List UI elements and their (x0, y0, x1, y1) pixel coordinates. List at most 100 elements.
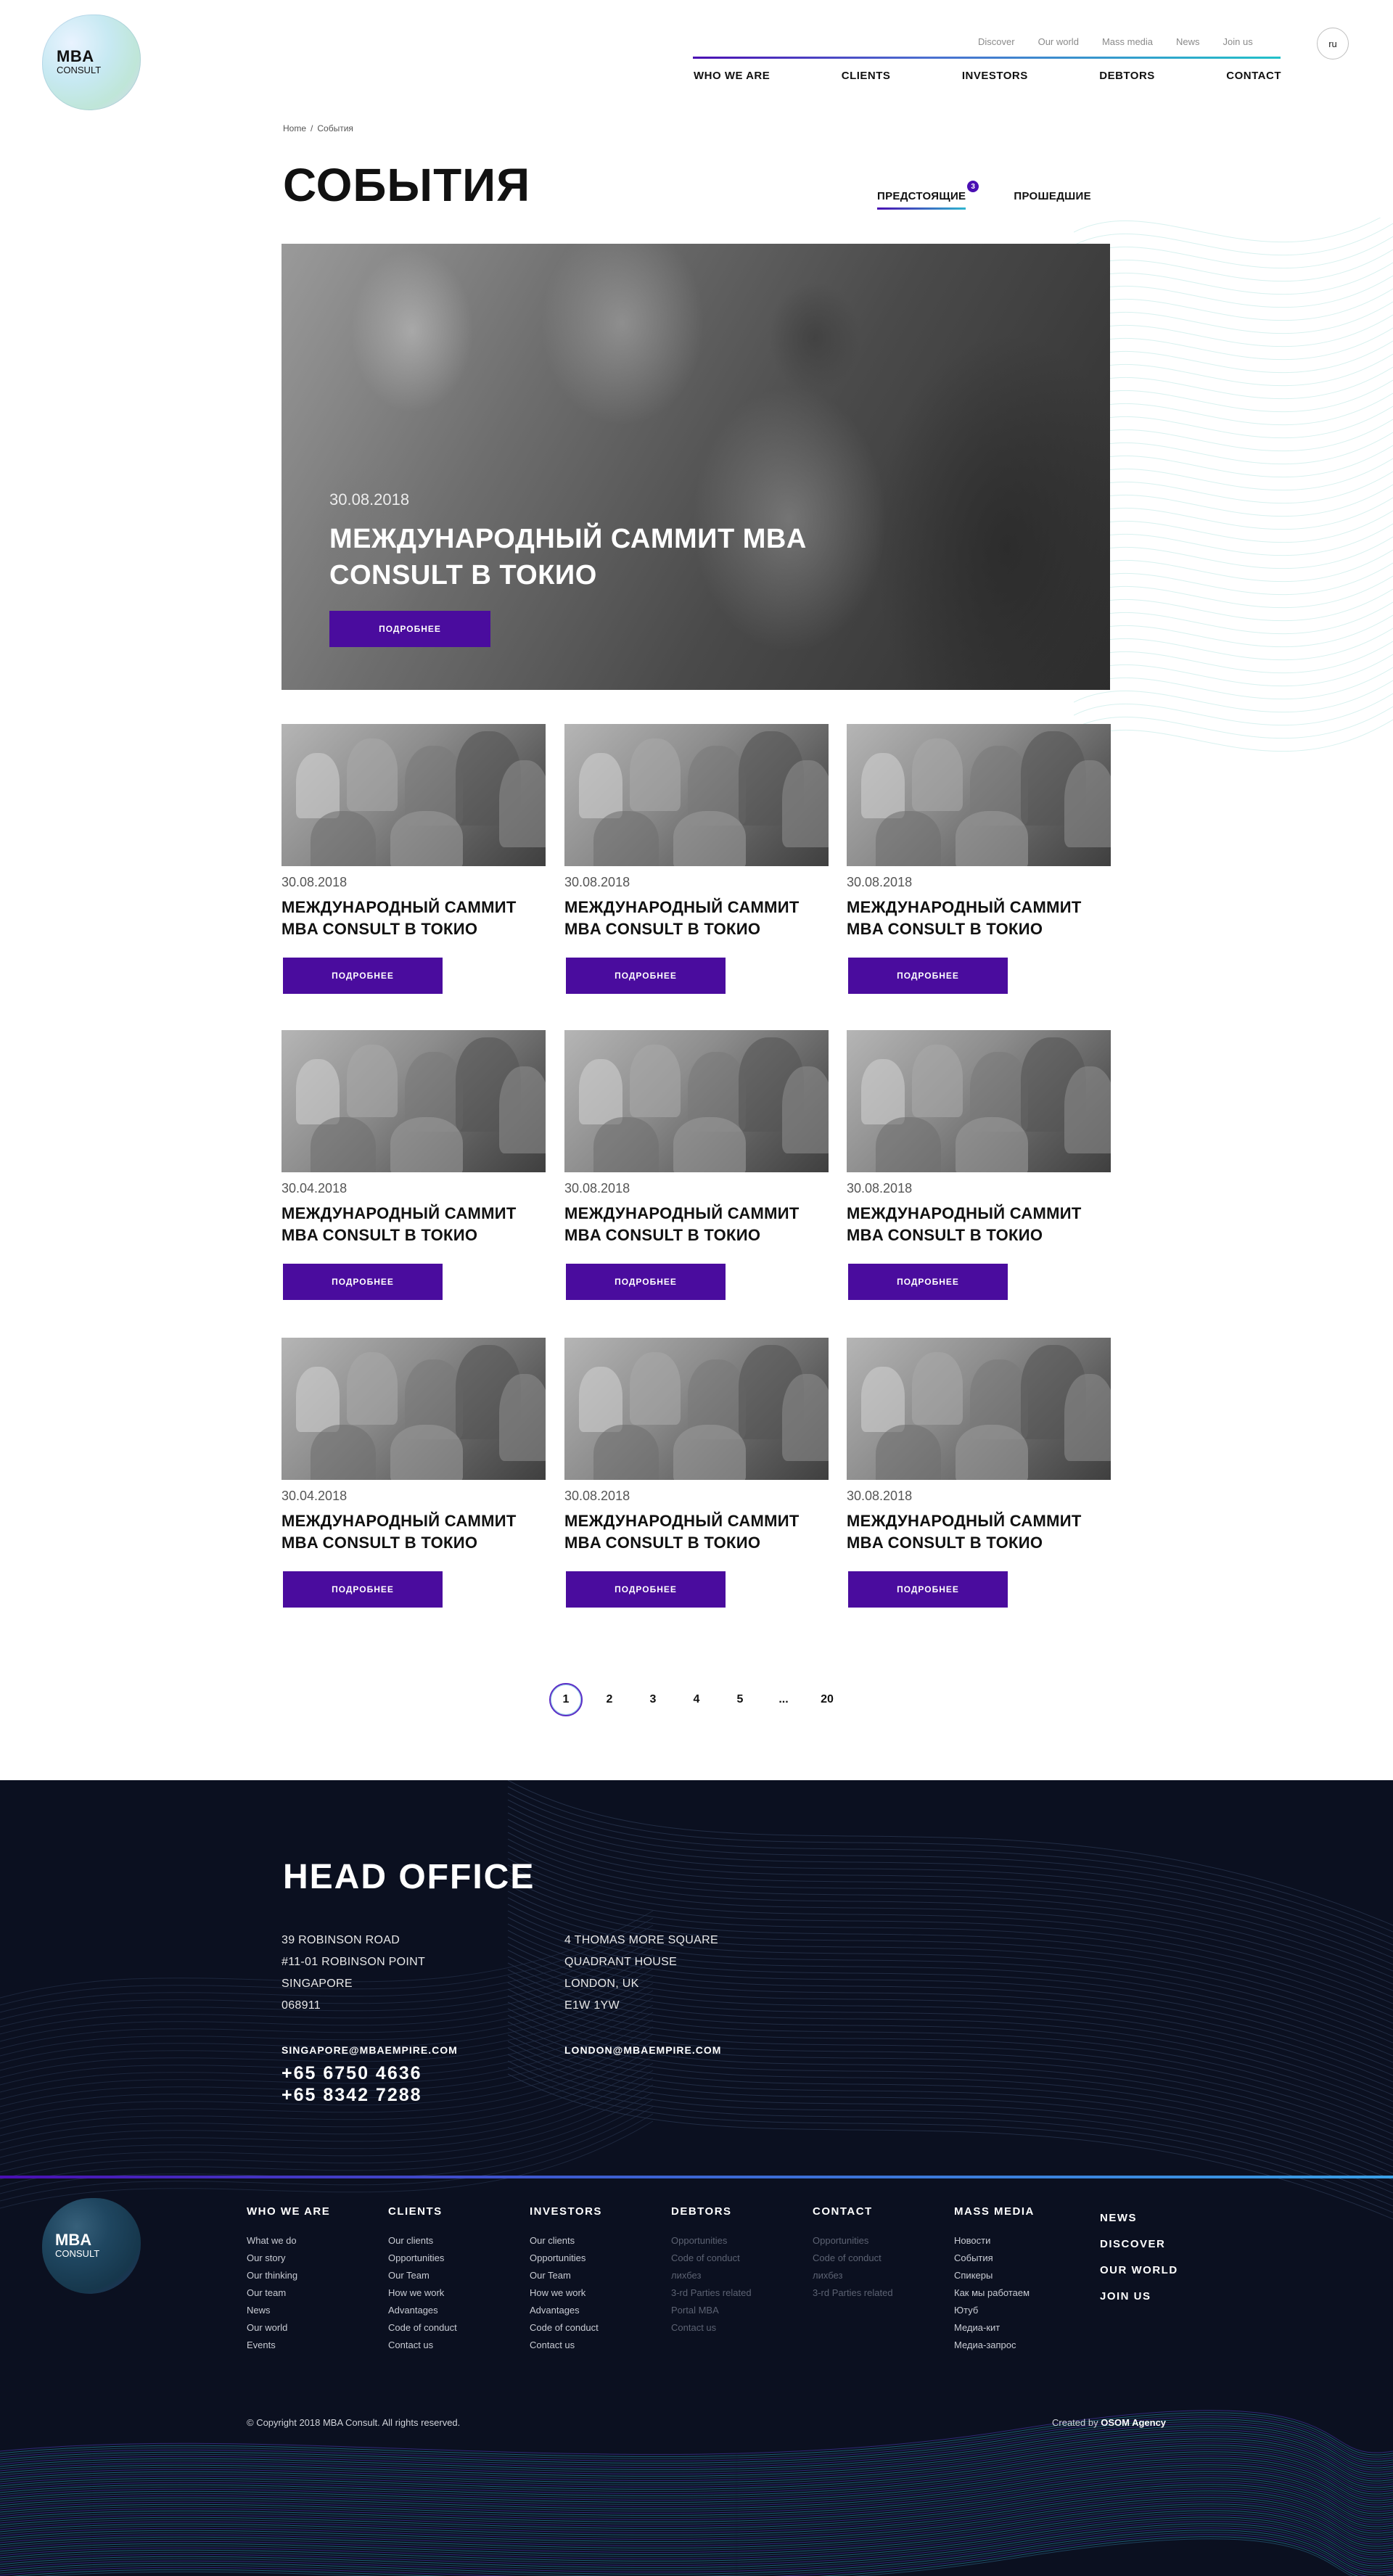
event-card-title[interactable]: МЕЖДУНАРОДНЫЙ САММИТ MBA CONSULT В ТОКИО (282, 1203, 546, 1246)
event-card-more-button[interactable]: ПОДРОБНЕЕ (566, 1264, 726, 1300)
footer-link[interactable]: Спикеры (954, 2267, 1035, 2284)
footer-column-heading[interactable]: CONTACT (813, 2205, 893, 2218)
footer-link[interactable]: Opportunities (388, 2250, 457, 2267)
main-nav-debtors[interactable]: DEBTORS (1099, 70, 1155, 82)
event-card-title[interactable]: МЕЖДУНАРОДНЫЙ САММИТ MBA CONSULT В ТОКИО (847, 897, 1111, 939)
event-card-title[interactable]: МЕЖДУНАРОДНЫЙ САММИТ MBA CONSULT В ТОКИО (282, 897, 546, 939)
email-singapore[interactable]: SINGAPORE@MBAEMPIRE.COM (282, 2044, 458, 2056)
footer-link-news[interactable]: NEWS (1100, 2205, 1178, 2231)
event-card-image[interactable] (847, 724, 1111, 866)
footer-link[interactable]: Code of conduct (671, 2250, 752, 2267)
footer-link[interactable]: Events (247, 2337, 330, 2354)
footer-link[interactable]: Our Team (530, 2267, 602, 2284)
footer-link[interactable]: События (954, 2250, 1035, 2267)
footer-link[interactable]: лихбез (813, 2267, 893, 2284)
event-card-title[interactable]: МЕЖДУНАРОДНЫЙ САММИТ MBA CONSULT В ТОКИО (847, 1203, 1111, 1246)
footer-link[interactable]: Contact us (388, 2337, 457, 2354)
page-3[interactable]: 3 (636, 1683, 670, 1716)
event-card-image[interactable] (282, 1030, 546, 1172)
tab-upcoming[interactable]: ПРЕДСТОЯЩИЕ 3 (877, 181, 979, 210)
footer-link[interactable]: Contact us (530, 2337, 602, 2354)
top-nav-news[interactable]: News (1176, 36, 1200, 47)
language-switch[interactable]: ru (1317, 28, 1349, 59)
phone-1[interactable]: +65 6750 4636 (282, 2063, 422, 2084)
email-london[interactable]: LONDON@MBAEMPIRE.COM (564, 2044, 721, 2056)
footer-link[interactable]: Code of conduct (530, 2319, 602, 2337)
logo[interactable]: MBA CONSULT (42, 15, 141, 110)
footer-link[interactable]: How we work (530, 2284, 602, 2302)
page-20[interactable]: 20 (810, 1683, 844, 1716)
footer-link[interactable]: Portal MBA (671, 2302, 752, 2319)
event-card-title[interactable]: МЕЖДУНАРОДНЫЙ САММИТ MBA CONSULT В ТОКИО (564, 1203, 829, 1246)
footer-link[interactable]: Our world (247, 2319, 330, 2337)
tab-past[interactable]: ПРОШЕДШИЕ (1014, 190, 1091, 202)
footer-link[interactable]: Advantages (530, 2302, 602, 2319)
event-card-title[interactable]: МЕЖДУНАРОДНЫЙ САММИТ MBA CONSULT В ТОКИО (847, 1510, 1111, 1553)
footer-column-heading[interactable]: MASS MEDIA (954, 2205, 1035, 2218)
footer-link[interactable]: Our thinking (247, 2267, 330, 2284)
footer-link[interactable]: Contact us (671, 2319, 752, 2337)
footer-link[interactable]: Our Team (388, 2267, 457, 2284)
breadcrumb-home[interactable]: Home (283, 123, 306, 133)
footer-link[interactable]: Opportunities (813, 2232, 893, 2250)
footer-column-heading[interactable]: INVESTORS (530, 2205, 602, 2218)
footer-link[interactable]: 3-rd Parties related (671, 2284, 752, 2302)
footer-link-join-us[interactable]: JOIN US (1100, 2284, 1178, 2310)
event-card-more-button[interactable]: ПОДРОБНЕЕ (566, 1571, 726, 1608)
event-card-more-button[interactable]: ПОДРОБНЕЕ (848, 958, 1008, 994)
event-card-image[interactable] (282, 1338, 546, 1480)
main-nav-who-we-are[interactable]: WHO WE ARE (694, 70, 770, 82)
footer-column-heading[interactable]: WHO WE ARE (247, 2205, 330, 2218)
phone-2[interactable]: +65 8342 7288 (282, 2085, 422, 2106)
event-card-more-button[interactable]: ПОДРОБНЕЕ (848, 1264, 1008, 1300)
top-nav-discover[interactable]: Discover (978, 36, 1015, 47)
page-1[interactable]: 1 (549, 1683, 583, 1716)
event-card-more-button[interactable]: ПОДРОБНЕЕ (283, 1264, 443, 1300)
footer-link[interactable]: Ютуб (954, 2302, 1035, 2319)
footer-link[interactable]: Advantages (388, 2302, 457, 2319)
event-card-more-button[interactable]: ПОДРОБНЕЕ (283, 1571, 443, 1608)
top-nav-mass-media[interactable]: Mass media (1102, 36, 1153, 47)
agency-link[interactable]: OSOM Agency (1101, 2417, 1166, 2428)
footer-link[interactable]: Медиа-кит (954, 2319, 1035, 2337)
event-card-image[interactable] (564, 1030, 829, 1172)
footer-link[interactable]: Our team (247, 2284, 330, 2302)
page-4[interactable]: 4 (680, 1683, 713, 1716)
footer-link-discover[interactable]: DISCOVER (1100, 2231, 1178, 2258)
footer-link[interactable]: 3-rd Parties related (813, 2284, 893, 2302)
footer-link[interactable]: Opportunities (671, 2232, 752, 2250)
footer-link[interactable]: News (247, 2302, 330, 2319)
event-card-title[interactable]: МЕЖДУНАРОДНЫЙ САММИТ MBA CONSULT В ТОКИО (564, 897, 829, 939)
footer-link[interactable]: Code of conduct (813, 2250, 893, 2267)
footer-link[interactable]: Opportunities (530, 2250, 602, 2267)
footer-link[interactable]: лихбез (671, 2267, 752, 2284)
top-nav-our-world[interactable]: Our world (1038, 36, 1079, 47)
footer-link[interactable]: Our clients (388, 2232, 457, 2250)
footer-column-heading[interactable]: CLIENTS (388, 2205, 457, 2218)
footer-link[interactable]: Как мы работаем (954, 2284, 1035, 2302)
footer-column-heading[interactable]: DEBTORS (671, 2205, 752, 2218)
event-card-title[interactable]: МЕЖДУНАРОДНЫЙ САММИТ MBA CONSULT В ТОКИО (282, 1510, 546, 1553)
event-card-image[interactable] (564, 724, 829, 866)
event-card-title[interactable]: МЕЖДУНАРОДНЫЙ САММИТ MBA CONSULT В ТОКИО (564, 1510, 829, 1553)
page-5[interactable]: 5 (723, 1683, 757, 1716)
main-nav-investors[interactable]: INVESTORS (962, 70, 1028, 82)
event-card-more-button[interactable]: ПОДРОБНЕЕ (283, 958, 443, 994)
event-card-more-button[interactable]: ПОДРОБНЕЕ (566, 958, 726, 994)
footer-link[interactable]: How we work (388, 2284, 457, 2302)
footer-link-our-world[interactable]: OUR WORLD (1100, 2258, 1178, 2284)
footer-link[interactable]: Медиа-запрос (954, 2337, 1035, 2354)
hero-more-button[interactable]: ПОДРОБНЕЕ (329, 611, 490, 647)
event-card-more-button[interactable]: ПОДРОБНЕЕ (848, 1571, 1008, 1608)
main-nav-clients[interactable]: CLIENTS (842, 70, 891, 82)
top-nav-join-us[interactable]: Join us (1223, 36, 1253, 47)
footer-link[interactable]: What we do (247, 2232, 330, 2250)
event-card-image[interactable] (847, 1338, 1111, 1480)
footer-link[interactable]: Our story (247, 2250, 330, 2267)
page-2[interactable]: 2 (593, 1683, 626, 1716)
footer-link[interactable]: Новости (954, 2232, 1035, 2250)
footer-link[interactable]: Code of conduct (388, 2319, 457, 2337)
event-card-image[interactable] (847, 1030, 1111, 1172)
event-card-image[interactable] (564, 1338, 829, 1480)
footer-link[interactable]: Our clients (530, 2232, 602, 2250)
